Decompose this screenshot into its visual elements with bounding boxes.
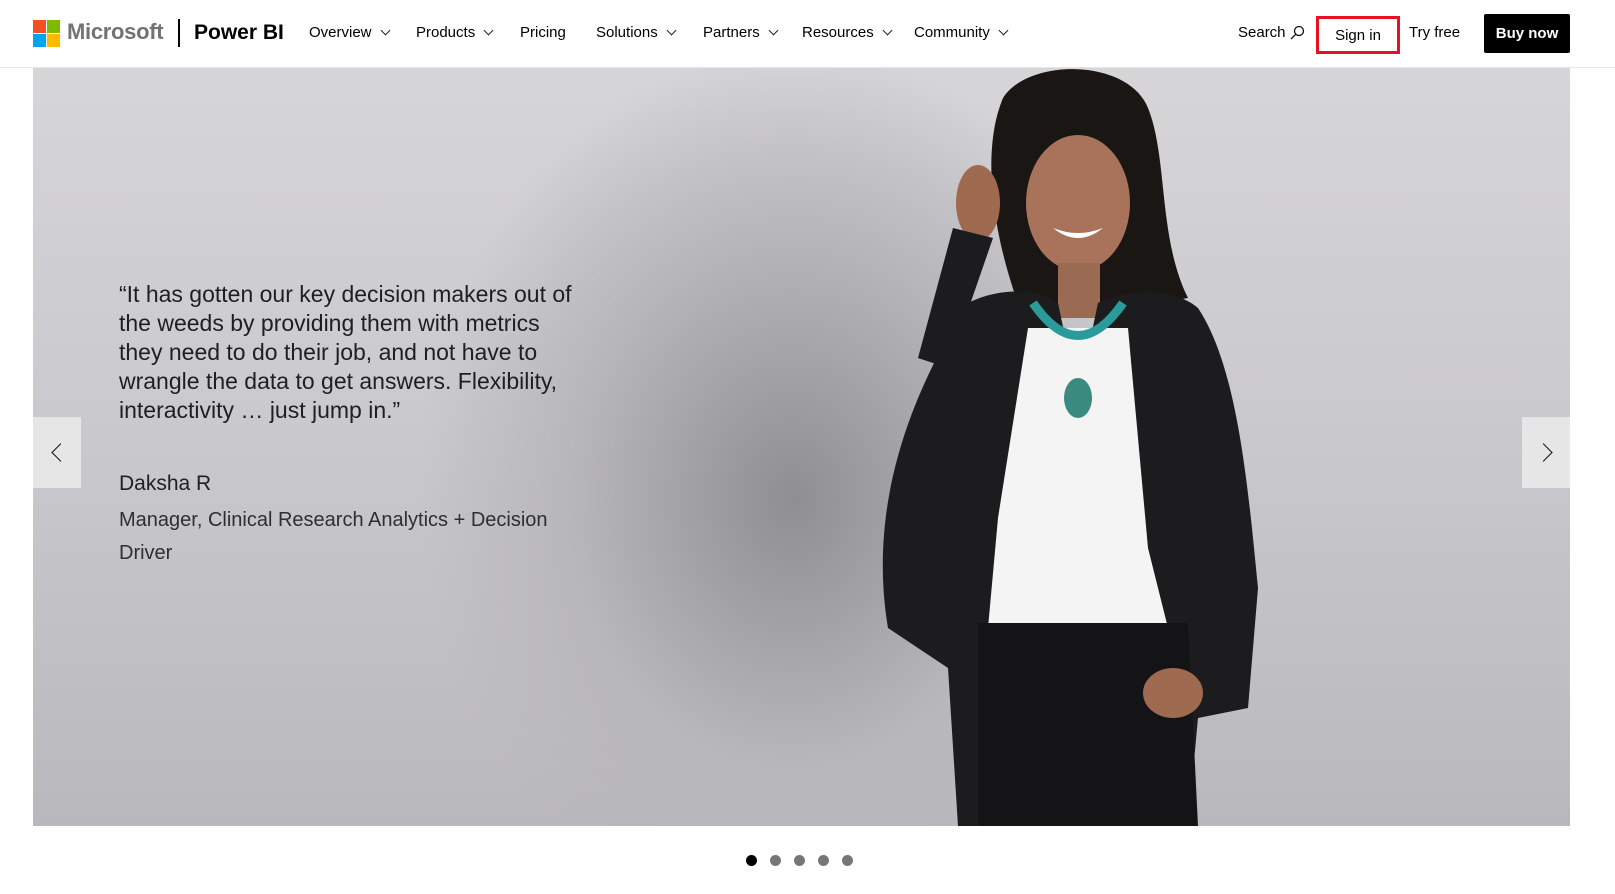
chevron-down-icon [666,25,677,36]
chevron-down-icon [380,25,390,36]
sign-in-link[interactable]: Sign in [1316,16,1400,54]
carousel-dot-2[interactable] [770,855,781,866]
buy-now-button[interactable]: Buy now [1484,14,1570,53]
chevron-down-icon [882,25,893,36]
chevron-right-icon [1533,443,1553,462]
chevron-down-icon [768,25,779,36]
chevron-left-icon [50,443,70,462]
testimonial-photo [882,69,1258,826]
nav-label: Overview [309,24,372,41]
nav-partners[interactable]: Partners [703,24,779,41]
nav-label: Products [416,24,476,41]
nav-pricing[interactable]: Pricing [520,24,566,41]
nav-resources[interactable]: Resources [802,24,893,41]
search-label: Search [1238,24,1286,41]
carousel-dot-3[interactable] [794,855,805,866]
site-header: Microsoft Power BI Overview Products Pri… [0,0,1615,68]
nav-community[interactable]: Community [914,24,1009,41]
hero-carousel-slide: “It has gotten our key decision makers o… [33,68,1570,826]
chevron-down-icon [998,25,1009,36]
nav-products[interactable]: Products [416,24,494,41]
carousel-pagination [746,855,853,866]
nav-solutions[interactable]: Solutions [596,24,677,41]
brand-divider [178,19,180,47]
testimonial-quote: “It has gotten our key decision makers o… [119,281,572,423]
carousel-dot-5[interactable] [842,855,853,866]
next-slide-button[interactable] [1522,417,1570,488]
carousel-dot-1[interactable] [746,855,757,866]
chevron-down-icon [483,25,494,36]
search-icon [1290,25,1304,39]
microsoft-wordmark[interactable]: Microsoft [67,19,164,45]
testimonial-role: Manager, Clinical Research Analytics + D… [119,509,548,564]
nav-label: Resources [802,24,874,41]
nav-label: Community [914,24,990,41]
previous-slide-button[interactable] [33,417,81,488]
try-free-link[interactable]: Try free [1409,24,1460,41]
search-button[interactable]: Search [1238,24,1305,41]
nav-overview[interactable]: Overview [309,24,390,41]
microsoft-logo-icon[interactable] [33,20,60,47]
product-name-link[interactable]: Power BI [194,21,284,45]
nav-label: Partners [703,24,760,41]
nav-label: Solutions [596,24,658,41]
sign-in-label: Sign in [1335,26,1381,44]
testimonial-author: Daksha R [119,472,212,495]
carousel-dot-4[interactable] [818,855,829,866]
nav-label: Pricing [520,24,566,41]
